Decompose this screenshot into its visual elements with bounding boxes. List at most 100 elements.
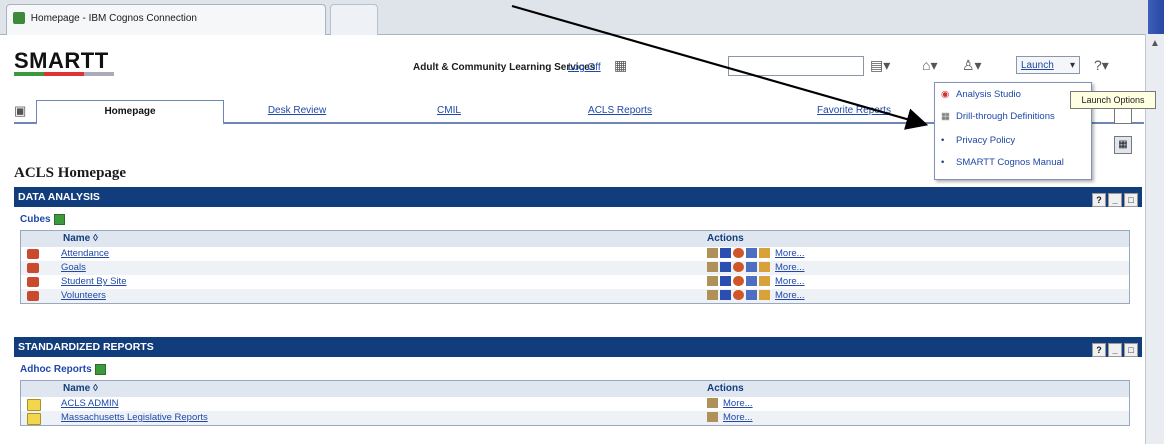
- subheading-adhoc-reports[interactable]: Adhoc Reports: [20, 364, 106, 375]
- table-row[interactable]: Goals More...: [21, 261, 1129, 275]
- folder-icon: [27, 399, 41, 411]
- report-icon[interactable]: [759, 262, 770, 273]
- section-title: STANDARDIZED REPORTS: [18, 341, 154, 353]
- more-link[interactable]: More...: [775, 276, 805, 287]
- launch-label: Launch: [1021, 60, 1054, 71]
- logoff-link[interactable]: Log Off: [568, 62, 601, 73]
- report-icon[interactable]: [759, 248, 770, 259]
- adhoc-reports-table: Name ◊ Actions ACLS ADMIN More... Massac…: [20, 380, 1130, 426]
- help-button[interactable]: ?: [1092, 193, 1106, 207]
- row-name-link[interactable]: Volunteers: [61, 290, 106, 301]
- tab-acls-reports[interactable]: ACLS Reports: [530, 100, 710, 122]
- subheading-cubes[interactable]: Cubes: [20, 214, 65, 225]
- tab-desk-review[interactable]: Desk Review: [232, 100, 362, 122]
- row-actions: More...: [707, 412, 753, 423]
- cube-icon: [27, 249, 39, 259]
- cognos-favicon-icon: [13, 12, 25, 25]
- cube-icon: [27, 291, 39, 301]
- run-icon[interactable]: [720, 276, 731, 287]
- launch-menu: ◉ Analysis Studio ▦ Drill-through Definiti…: [934, 82, 1092, 180]
- home-icon[interactable]: ⌂▾: [922, 57, 937, 74]
- preferences-icon[interactable]: ▦: [614, 57, 627, 74]
- properties-icon[interactable]: [707, 262, 718, 273]
- row-name-link[interactable]: Massachusetts Legislative Reports: [61, 412, 208, 423]
- new-page-icon[interactable]: ▤▾: [870, 57, 890, 74]
- analysis-studio-icon[interactable]: [733, 290, 744, 301]
- my-area-icon[interactable]: ♙▾: [962, 57, 982, 74]
- col-name-header[interactable]: Name ◊: [63, 383, 98, 394]
- logo-underline: [14, 72, 114, 76]
- launch-tooltip: Launch Options: [1070, 91, 1156, 109]
- scroll-up-icon[interactable]: ▲: [1150, 38, 1160, 49]
- chevron-down-icon: ▾: [1069, 60, 1075, 71]
- minimize-button[interactable]: _: [1108, 343, 1122, 357]
- section-bar-data-analysis: DATA ANALYSIS ? _ □: [14, 187, 1142, 207]
- help-button[interactable]: ?: [1092, 343, 1106, 357]
- analysis-studio-icon[interactable]: [733, 262, 744, 273]
- query-icon[interactable]: [746, 276, 757, 287]
- browser-tab-strip: Homepage - IBM Cognos Connection: [0, 0, 1164, 35]
- tab-cmil[interactable]: CMIL: [394, 100, 504, 122]
- run-icon[interactable]: [720, 290, 731, 301]
- row-actions: More...: [707, 262, 805, 273]
- table-row[interactable]: Massachusetts Legislative Reports More..…: [21, 411, 1129, 425]
- row-name-link[interactable]: Attendance: [61, 248, 109, 259]
- row-actions: More...: [707, 276, 805, 287]
- table-row[interactable]: Attendance More...: [21, 247, 1129, 261]
- browser-tab-active[interactable]: Homepage - IBM Cognos Connection: [6, 4, 326, 35]
- more-link[interactable]: More...: [775, 290, 805, 301]
- col-name-header[interactable]: Name ◊: [63, 233, 98, 244]
- browser-new-tab[interactable]: [330, 4, 378, 35]
- tab-scroll-box[interactable]: [1114, 108, 1132, 124]
- row-name-link[interactable]: Student By Site: [61, 276, 126, 287]
- more-link[interactable]: More...: [775, 248, 805, 259]
- table-row[interactable]: ACLS ADMIN More...: [21, 397, 1129, 411]
- row-actions: More...: [707, 290, 805, 301]
- analysis-studio-icon[interactable]: [733, 248, 744, 259]
- properties-icon[interactable]: [707, 412, 718, 423]
- section-title: DATA ANALYSIS: [18, 191, 100, 203]
- search-input[interactable]: [728, 56, 864, 76]
- page-title: ACLS Homepage: [14, 165, 127, 181]
- more-link[interactable]: More...: [723, 398, 753, 409]
- query-icon[interactable]: [746, 290, 757, 301]
- properties-icon[interactable]: [707, 398, 718, 409]
- tab-favorite-reports[interactable]: Favorite Reports: [754, 100, 954, 122]
- bullet-icon: •: [941, 157, 945, 168]
- properties-icon[interactable]: [707, 290, 718, 301]
- menu-item-cognos-manual[interactable]: • SMARTT Cognos Manual: [941, 157, 1064, 168]
- query-icon[interactable]: [746, 248, 757, 259]
- report-icon[interactable]: [759, 290, 770, 301]
- col-actions-header: Actions: [707, 383, 744, 394]
- row-name-link[interactable]: Goals: [61, 262, 86, 273]
- run-icon[interactable]: [720, 248, 731, 259]
- expand-icon[interactable]: [53, 214, 65, 225]
- minimize-button[interactable]: _: [1108, 193, 1122, 207]
- report-icon[interactable]: [759, 276, 770, 287]
- launch-button[interactable]: Launch ▾: [1016, 56, 1080, 74]
- browser-tab-title: Homepage - IBM Cognos Connection: [30, 13, 197, 24]
- row-name-link[interactable]: ACLS ADMIN: [61, 398, 119, 409]
- tab-homepage[interactable]: Homepage: [36, 100, 224, 125]
- help-icon[interactable]: ?▾: [1094, 57, 1109, 74]
- table-row[interactable]: Volunteers More...: [21, 289, 1129, 303]
- menu-item-analysis-studio[interactable]: ◉ Analysis Studio: [941, 89, 1021, 100]
- more-link[interactable]: More...: [723, 412, 753, 423]
- properties-icon[interactable]: [707, 276, 718, 287]
- edit-page-icon[interactable]: ▦: [1114, 136, 1132, 154]
- properties-icon[interactable]: [707, 248, 718, 259]
- menu-item-drill-through[interactable]: ▦ Drill-through Definitions: [941, 111, 1055, 122]
- bullet-icon: •: [941, 135, 945, 146]
- cubes-table: Name ◊ Actions Attendance More... Goals …: [20, 230, 1130, 304]
- menu-item-privacy-policy[interactable]: • Privacy Policy: [941, 135, 1015, 146]
- query-icon[interactable]: [746, 262, 757, 273]
- expand-icon[interactable]: [94, 364, 106, 375]
- smartt-logo: SMARTT: [14, 48, 109, 73]
- drill-through-icon: ▦: [941, 111, 950, 122]
- more-link[interactable]: More...: [775, 262, 805, 273]
- analysis-studio-icon[interactable]: [733, 276, 744, 287]
- run-icon[interactable]: [720, 262, 731, 273]
- table-row[interactable]: Student By Site More...: [21, 275, 1129, 289]
- restore-button[interactable]: □: [1124, 193, 1138, 207]
- restore-button[interactable]: □: [1124, 343, 1138, 357]
